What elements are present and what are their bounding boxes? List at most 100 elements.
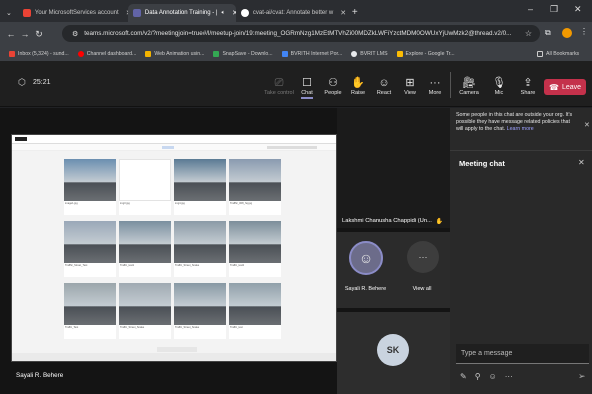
thumbnail-caption: image1.jpg xyxy=(64,201,116,215)
site-settings-icon[interactable]: ⚙ xyxy=(72,30,78,38)
shared-app-toolbar xyxy=(12,144,336,151)
browser-tab-1[interactable]: Your MicrosoftServices account ✕ xyxy=(18,4,128,22)
bookmark-label: All Bookmarks xyxy=(546,50,580,57)
toolbar-label: Share xyxy=(520,90,536,96)
bookmark-star-icon[interactable]: ☆ xyxy=(525,29,532,38)
image-thumbnail[interactable] xyxy=(64,283,116,325)
bookmark-item[interactable]: Explore - Google Tr... xyxy=(396,50,455,57)
self-avatar: SK xyxy=(377,334,409,366)
bookmark-label: Channel dashboard... xyxy=(86,50,137,57)
participant-tile-lakshmi[interactable]: Lakshmi Chanusha Chappidi (Un... ✋ xyxy=(337,108,450,228)
gmail-icon xyxy=(22,9,31,17)
close-window-button[interactable]: ✕ xyxy=(574,4,582,15)
leave-button[interactable]: ☎ Leave xyxy=(544,79,586,95)
learn-more-link[interactable]: Learn more xyxy=(507,126,534,132)
image-thumbnail[interactable] xyxy=(174,159,226,201)
toolbar-label: Take control xyxy=(264,90,294,96)
meeting-toolbar: ⬡ 25:21 ⎚ Take control ☐ Chat ⚇ People ✋ Rai… xyxy=(0,62,592,107)
take-control-button[interactable]: ⎚ Take control xyxy=(264,76,294,96)
chat-message-input[interactable]: Type a message xyxy=(456,344,589,364)
image-thumbnail[interactable] xyxy=(64,159,116,201)
image-thumbnail[interactable] xyxy=(229,159,281,201)
view-all-label: View all xyxy=(412,286,432,292)
toolbar-label: Mic xyxy=(494,90,504,96)
trends-icon xyxy=(396,50,403,57)
take-control-icon: ⎚ xyxy=(274,77,284,89)
thumbnail-caption: Traffic_test2 xyxy=(229,263,281,277)
toolbar-label: Chat xyxy=(301,90,313,96)
browser-tab-strip: ⌄ Your MicrosoftServices account ✕ Data … xyxy=(0,0,592,22)
browser-toolbar: ← → ↻ ⚙ teams.microsoft.com/v2/?meetingj… xyxy=(0,22,592,46)
camera-button[interactable]: 🎥︎ Camera xyxy=(454,76,484,96)
maximize-button[interactable]: ❐ xyxy=(550,4,558,15)
tab-search-chevron-icon[interactable]: ⌄ xyxy=(6,9,12,17)
web-icon xyxy=(145,50,152,57)
thumbnail-caption: Traffic_Street_Snake xyxy=(174,263,226,277)
browser-tab-2[interactable]: Data Annotation Training - | 🔈︎ ✕ xyxy=(127,4,236,22)
address-bar[interactable]: ⚙ teams.microsoft.com/v2/?meetingjoin=tr… xyxy=(62,25,540,42)
send-icon[interactable]: ➢ xyxy=(578,371,586,382)
share-icon: ⇪ xyxy=(523,77,533,89)
bookmark-item[interactable]: SnapSave - Downlo... xyxy=(213,50,273,57)
mic-off-icon: 🎙︎ xyxy=(492,77,506,89)
bookmark-item[interactable]: Web Animation usin... xyxy=(145,50,204,57)
attach-icon[interactable]: ⚲ xyxy=(475,372,481,381)
mic-button[interactable]: 🎙︎ Mic xyxy=(484,76,514,96)
all-bookmarks-button[interactable]: All Bookmarks xyxy=(537,50,580,57)
minimize-button[interactable]: – xyxy=(528,4,533,14)
close-notice-icon[interactable]: ✕ xyxy=(584,121,590,129)
toolbar-pill xyxy=(267,146,317,149)
self-view-tile[interactable]: SK xyxy=(337,312,450,394)
pagination xyxy=(157,347,197,352)
toolbar-label: Raise xyxy=(350,90,366,96)
gmail-icon xyxy=(9,50,15,57)
close-icon[interactable]: ✕ xyxy=(340,9,346,17)
browser-tab-3[interactable]: cvat-ai/cvat: Annotate better w ✕ xyxy=(236,4,346,22)
image-thumbnail[interactable] xyxy=(229,221,281,263)
view-all-tile[interactable]: ··· View all xyxy=(394,232,450,308)
audio-icon[interactable]: 🔈︎ xyxy=(221,10,225,17)
participant-tile-sayali[interactable]: ☺ Sayali R. Behere xyxy=(337,232,394,308)
toolbar-label: View xyxy=(404,90,416,96)
more-button[interactable]: ··· More xyxy=(420,76,450,96)
leave-label: Leave xyxy=(561,83,582,91)
image-thumbnail[interactable] xyxy=(174,221,226,263)
bookmark-item[interactable]: BVRITH Internet Por... xyxy=(281,50,342,57)
image-thumbnail[interactable] xyxy=(64,221,116,263)
external-notice: Some people in this chat are outside you… xyxy=(456,112,578,133)
toolbar-label: Camera xyxy=(459,90,479,96)
image-thumbnail[interactable] xyxy=(119,221,171,263)
active-indicator xyxy=(301,97,313,99)
thumbnail-caption: Traffic_Street_Snake xyxy=(174,325,226,339)
toolbar-label: More xyxy=(428,90,442,96)
image-thumbnail[interactable] xyxy=(174,283,226,325)
bookmark-item[interactable]: BVRIT LMS xyxy=(351,50,388,57)
thumbnail-caption: Traffic_test xyxy=(229,325,281,339)
lms-icon xyxy=(351,50,358,57)
menu-icon[interactable]: ⋮ xyxy=(580,27,588,36)
teams-icon xyxy=(132,9,141,17)
back-icon[interactable]: ← xyxy=(4,29,18,39)
camera-off-icon: 🎥︎ xyxy=(462,77,476,89)
toolbar-pill xyxy=(162,146,174,149)
image-thumbnail[interactable] xyxy=(119,159,171,201)
forward-icon[interactable]: → xyxy=(18,29,32,39)
bookmark-label: Explore - Google Tr... xyxy=(405,50,455,57)
share-button[interactable]: ⇪ Share xyxy=(513,76,543,96)
bookmark-item[interactable]: Inbox (5,324) - sund... xyxy=(9,50,69,57)
profile-avatar[interactable] xyxy=(562,28,572,38)
image-thumbnail[interactable] xyxy=(119,283,171,325)
more-options-icon[interactable]: ··· xyxy=(505,372,513,381)
close-chat-icon[interactable]: ✕ xyxy=(578,158,585,167)
new-tab-button[interactable]: + xyxy=(352,7,358,18)
bookmark-item[interactable]: Channel dashboard... xyxy=(77,50,137,57)
chat-header: Meeting chat ✕ xyxy=(450,150,592,174)
participant-name: Lakshmi Chanusha Chappidi (Un... xyxy=(342,218,432,224)
extensions-icon[interactable]: ⧉ xyxy=(545,28,551,38)
emoji-icon[interactable]: ☺ xyxy=(489,372,497,381)
participant-name: Sayali R. Behere xyxy=(344,286,387,292)
reload-icon[interactable]: ↻ xyxy=(32,29,46,40)
bookmark-label: SnapSave - Downlo... xyxy=(222,50,273,57)
format-icon[interactable]: ✎ xyxy=(460,372,467,381)
image-thumbnail[interactable] xyxy=(229,283,281,325)
